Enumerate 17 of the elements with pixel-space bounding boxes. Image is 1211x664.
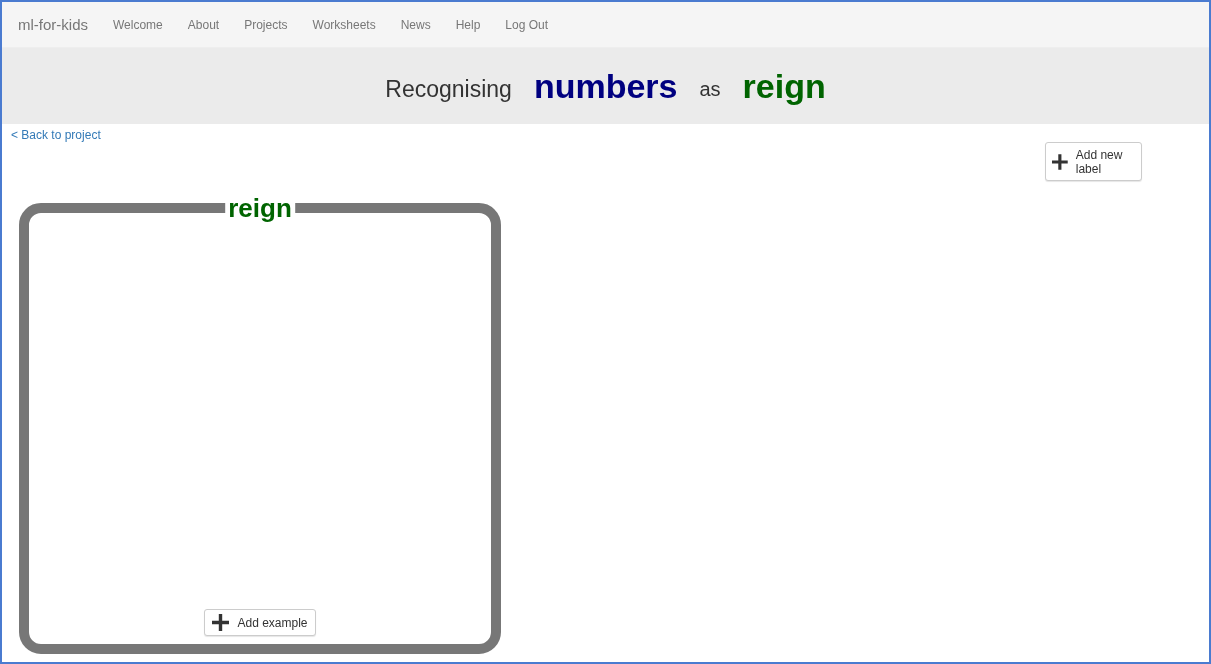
plus-icon <box>212 614 230 631</box>
nav-link[interactable]: About <box>187 17 220 32</box>
nav-link[interactable]: Help <box>455 17 481 32</box>
plus-icon <box>1052 151 1068 172</box>
project-target: reign <box>742 66 826 106</box>
nav-link[interactable]: News <box>400 17 431 32</box>
nav-link[interactable]: Log Out <box>505 17 549 32</box>
project-type: numbers <box>533 66 678 106</box>
brand-link[interactable]: ml-for-kids <box>18 16 88 33</box>
nav-link[interactable]: Welcome <box>113 17 163 32</box>
title-prefix: Recognising <box>385 75 512 103</box>
nav-link[interactable]: Worksheets <box>312 17 376 32</box>
nav-link[interactable]: Projects <box>244 17 288 32</box>
add-label-button[interactable]: Add new label <box>1045 142 1142 181</box>
back-link[interactable]: < Back to project <box>11 128 101 142</box>
add-example-button[interactable]: Add example <box>204 609 316 636</box>
title-joiner: as <box>699 77 721 101</box>
